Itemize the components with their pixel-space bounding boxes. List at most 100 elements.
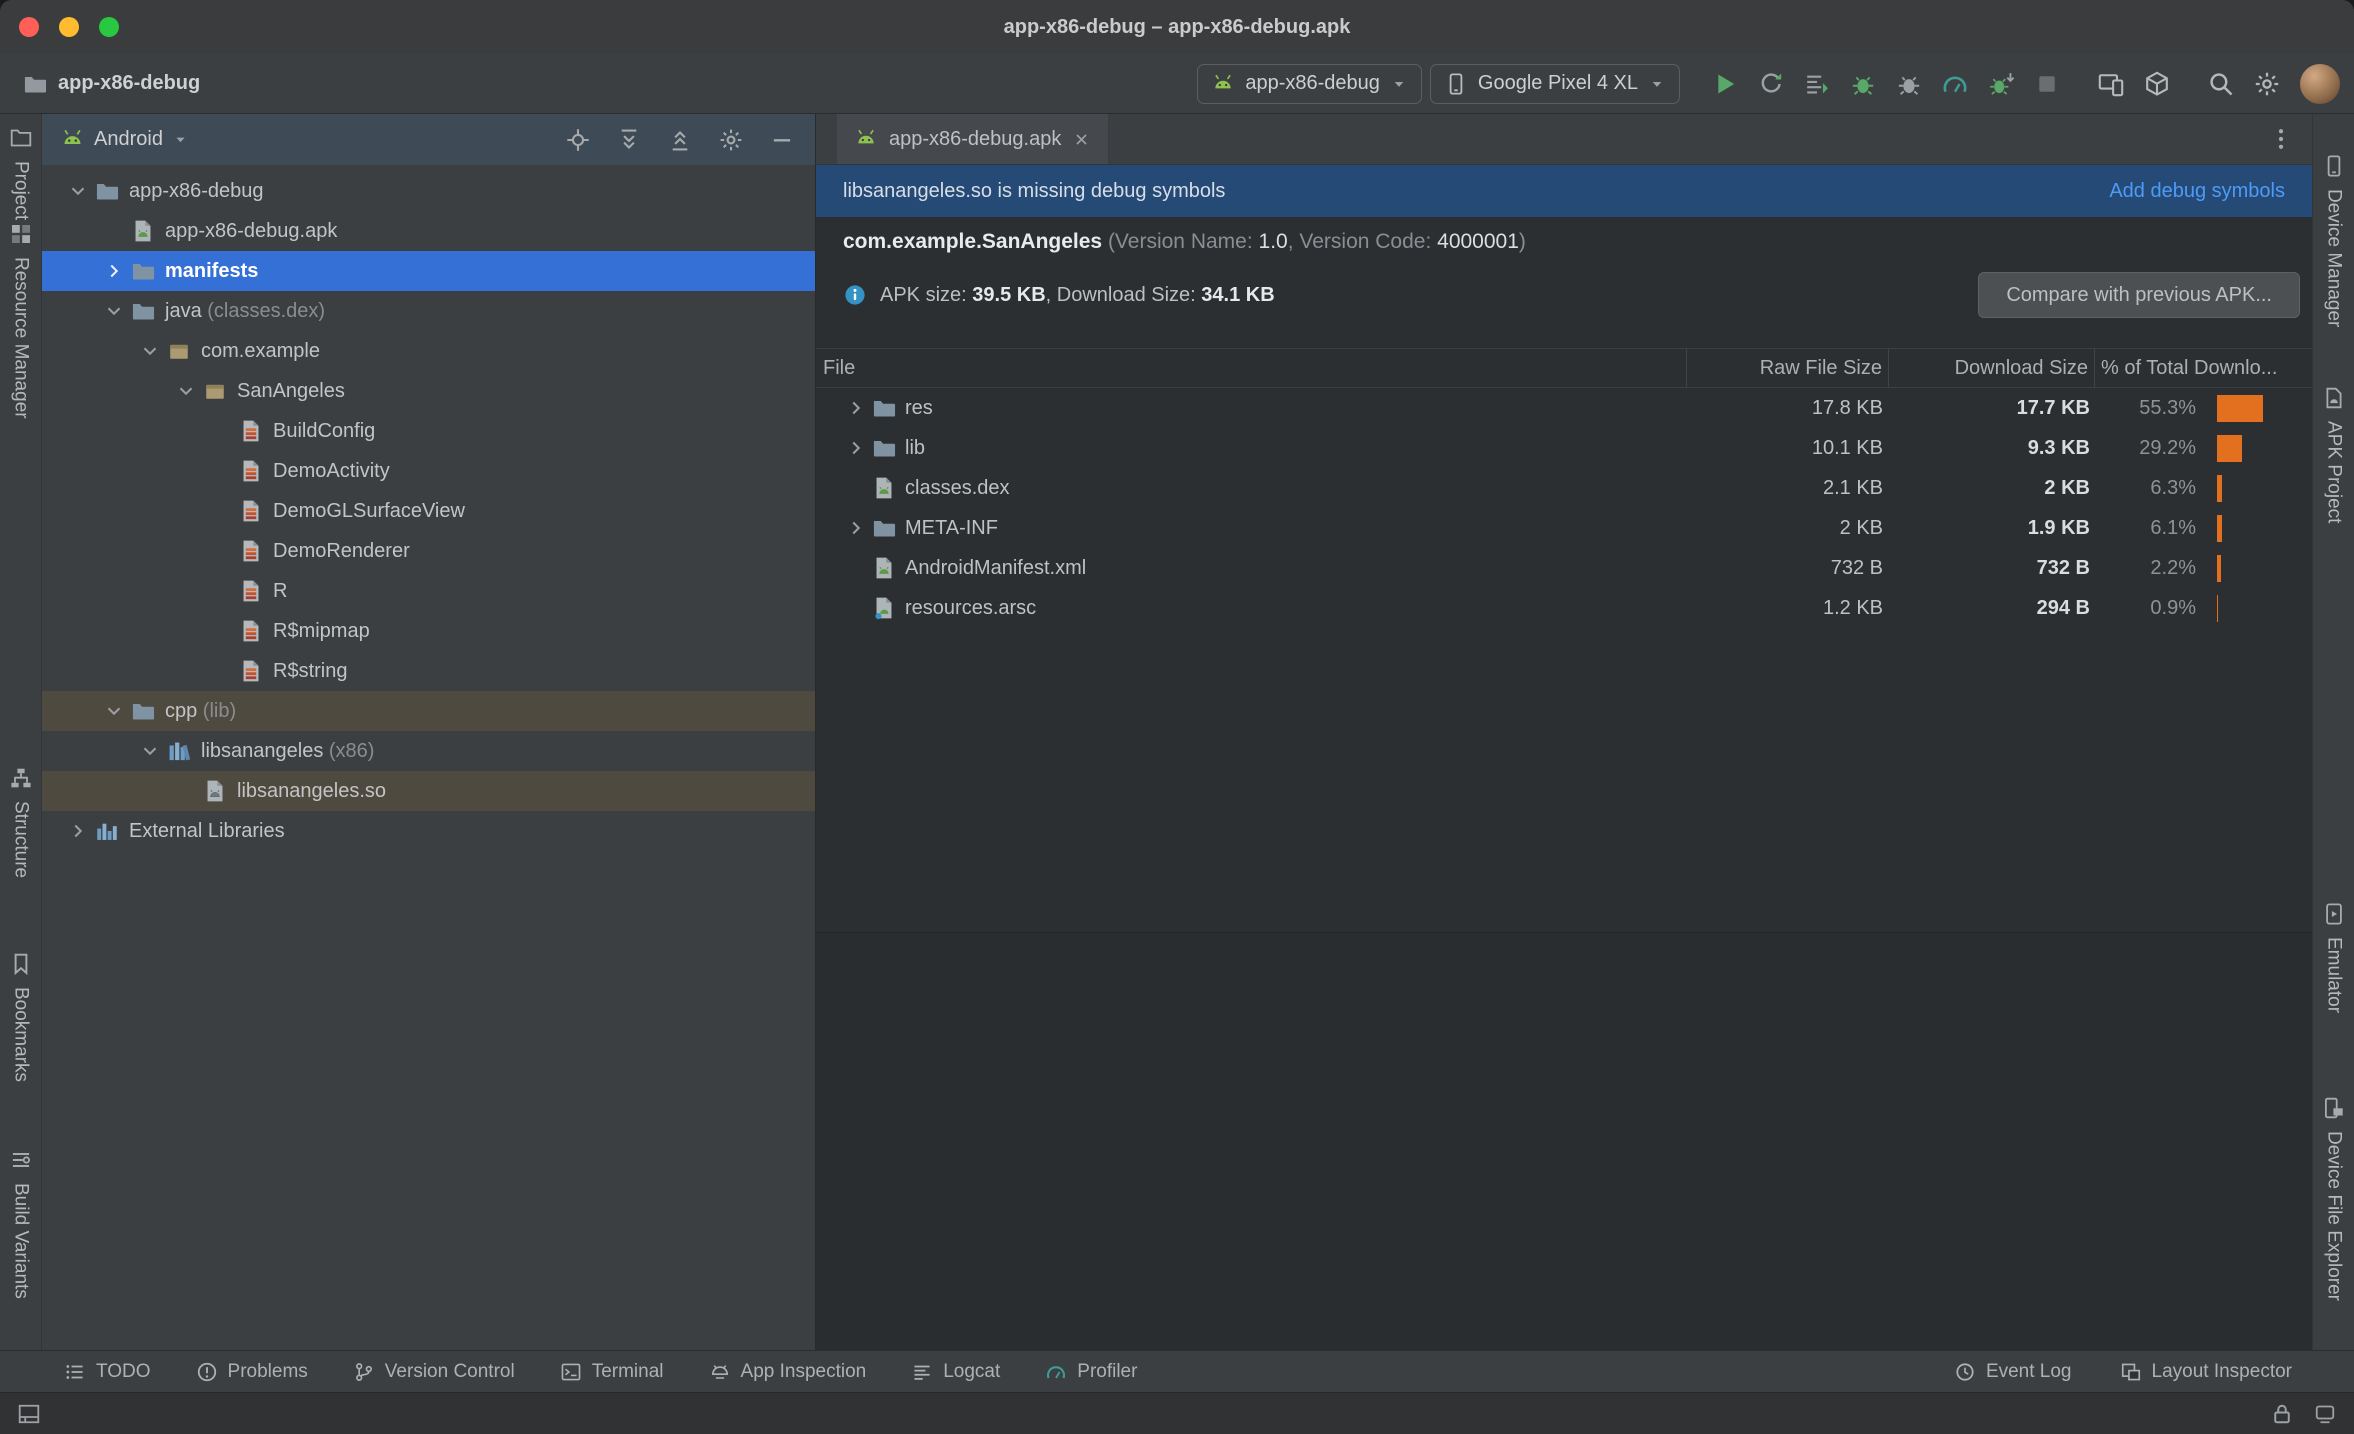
notifications-icon[interactable] [2313,1402,2337,1426]
apk-file-row-res[interactable]: res 17.8 KB 17.7 KB 55.3% [816,388,2312,428]
tool-window-button-emulator[interactable]: Emulator [2313,902,2354,1013]
chevron-right-icon[interactable] [841,393,871,423]
tree-item-demorenderer[interactable]: DemoRenderer [42,531,815,571]
editor-tab[interactable]: app-x86-debug.apk [837,114,1110,164]
toggle-tool-buttons-icon[interactable] [17,1402,41,1426]
apply-changes-button[interactable] [1752,66,1790,102]
zoom-window-button[interactable] [99,17,119,37]
profiler-button[interactable] [1936,66,1974,102]
run-configuration-select[interactable]: app-x86-debug [1197,63,1422,104]
stop-button[interactable] [2028,66,2066,102]
apply-code-changes-button[interactable] [1798,66,1836,102]
project-widget[interactable]: app-x86-debug [22,71,200,97]
run-button[interactable] [1706,66,1744,102]
terminal-icon [560,1361,582,1383]
lock-icon[interactable] [2270,1402,2294,1426]
profile-low-overhead-button[interactable] [1982,66,2020,102]
chevron-down-icon[interactable] [99,296,129,326]
sdk-manager-button[interactable] [2138,66,2176,102]
tree-item-r[interactable]: R [42,571,815,611]
expand-all-button[interactable] [616,127,642,153]
status-item-logcat[interactable]: Logcat [911,1361,1000,1383]
apk-file-row-classes-dex[interactable]: classes.dex 2.1 KB 2 KB 6.3% [816,468,2312,508]
chevron-down-icon[interactable] [99,696,129,726]
compare-apk-button[interactable]: Compare with previous APK... [1978,272,2300,318]
chevron-down-icon[interactable] [135,736,165,766]
attach-debugger-button[interactable] [1890,66,1928,102]
tab-options-icon[interactable] [2268,126,2294,152]
tree-item-java[interactable]: java (classes.dex) [42,291,815,331]
percent-cell: 55.3% [2094,388,2312,428]
project-view-selector[interactable]: Android [60,127,189,152]
close-tab-icon[interactable] [1072,130,1091,149]
column-header-percent-of-total[interactable]: % of Total Downlo... [2094,349,2312,387]
tree-item-demoglsurfaceview[interactable]: DemoGLSurfaceView [42,491,815,531]
chevron-down-icon[interactable] [63,176,93,206]
panel-settings-button[interactable] [718,127,744,153]
percent-cell: 2.2% [2094,548,2312,588]
tree-item-app-x86-debug-apk[interactable]: app-x86-debug.apk [42,211,815,251]
column-header-file[interactable]: File [816,349,1686,387]
apk-file-row-androidmanifest-xml[interactable]: AndroidManifest.xml 732 B 732 B 2.2% [816,548,2312,588]
tree-item-sanangeles[interactable]: SanAngeles [42,371,815,411]
tree-item-r-string[interactable]: R$string [42,651,815,691]
status-item-event-log[interactable]: Event Log [1954,1361,2072,1383]
percent-bar [2217,594,2218,622]
minimize-window-button[interactable] [59,17,79,37]
hide-panel-button[interactable] [769,127,795,153]
apk-table-empty-space [816,628,2312,932]
todo-icon [64,1361,86,1383]
tool-window-button-project[interactable]: Project [0,126,41,220]
tree-item-libsanangeles-so[interactable]: libsanangeles.so [42,771,815,811]
column-header-download-size[interactable]: Download Size [1888,349,2094,387]
tree-item-r-mipmap[interactable]: R$mipmap [42,611,815,651]
collapse-all-button[interactable] [667,127,693,153]
tool-window-button-apk-project[interactable]: APK Project [2313,386,2354,523]
select-opened-file-button[interactable] [565,127,591,153]
tree-item-cpp[interactable]: cpp (lib) [42,691,815,731]
column-header-raw-file-size[interactable]: Raw File Size [1686,349,1888,387]
tool-window-button-build-variants[interactable]: Build Variants [0,1148,41,1299]
tool-window-button-resource-manager[interactable]: Resource Manager [0,222,41,419]
chevron-down-icon[interactable] [135,336,165,366]
tool-window-button-structure[interactable]: Structure [0,766,41,878]
tree-item-manifests[interactable]: manifests [42,251,815,291]
apk-file-row-lib[interactable]: lib 10.1 KB 9.3 KB 29.2% [816,428,2312,468]
settings-button[interactable] [2248,66,2286,102]
tree-item-libsanangeles[interactable]: libsanangeles (x86) [42,731,815,771]
search-icon [2207,70,2235,98]
tree-item-external-libraries[interactable]: External Libraries [42,811,815,851]
tool-window-button-device-file-explorer[interactable]: Device File Explorer [2313,1096,2354,1301]
status-item-todo[interactable]: TODO [64,1361,151,1383]
tree-item-label: app-x86-debug.apk [165,219,338,242]
status-item-app-inspection[interactable]: App Inspection [709,1361,866,1383]
chevron-right-icon[interactable] [99,256,129,286]
tool-window-button-device-manager[interactable]: Device Manager [2313,154,2354,327]
android-studio-window: app-x86-debug – app-x86-debug.apk app-x8… [0,0,2354,1434]
file-name: META-INF [905,516,998,539]
close-window-button[interactable] [19,17,39,37]
running-devices-button[interactable] [2092,66,2130,102]
device-select[interactable]: Google Pixel 4 XL [1429,63,1680,104]
add-debug-symbols-link[interactable]: Add debug symbols [2109,180,2285,203]
tree-item-buildconfig[interactable]: BuildConfig [42,411,815,451]
search-everywhere-button[interactable] [2202,66,2240,102]
debug-button[interactable] [1844,66,1882,102]
chevron-right-icon[interactable] [841,513,871,543]
status-item-version-control[interactable]: Version Control [353,1361,515,1383]
apk-file-row-resources-arsc[interactable]: resources.arsc 1.2 KB 294 B 0.9% [816,588,2312,628]
status-item-terminal[interactable]: Terminal [560,1361,664,1383]
chevron-right-icon[interactable] [63,816,93,846]
status-item-layout-inspector[interactable]: Layout Inspector [2120,1361,2292,1383]
status-item-profiler[interactable]: Profiler [1045,1361,1137,1383]
tree-item-demoactivity[interactable]: DemoActivity [42,451,815,491]
user-avatar[interactable] [2300,63,2340,104]
apk-file-row-meta-inf[interactable]: META-INF 2 KB 1.9 KB 6.1% [816,508,2312,548]
tool-window-button-bookmarks[interactable]: Bookmarks [0,952,41,1082]
chevron-right-icon[interactable] [841,433,871,463]
tree-item-app-x86-debug[interactable]: app-x86-debug [42,171,815,211]
status-item-problems[interactable]: Problems [196,1361,308,1383]
tree-item-com-example[interactable]: com.example [42,331,815,371]
chevron-down-icon[interactable] [171,376,201,406]
